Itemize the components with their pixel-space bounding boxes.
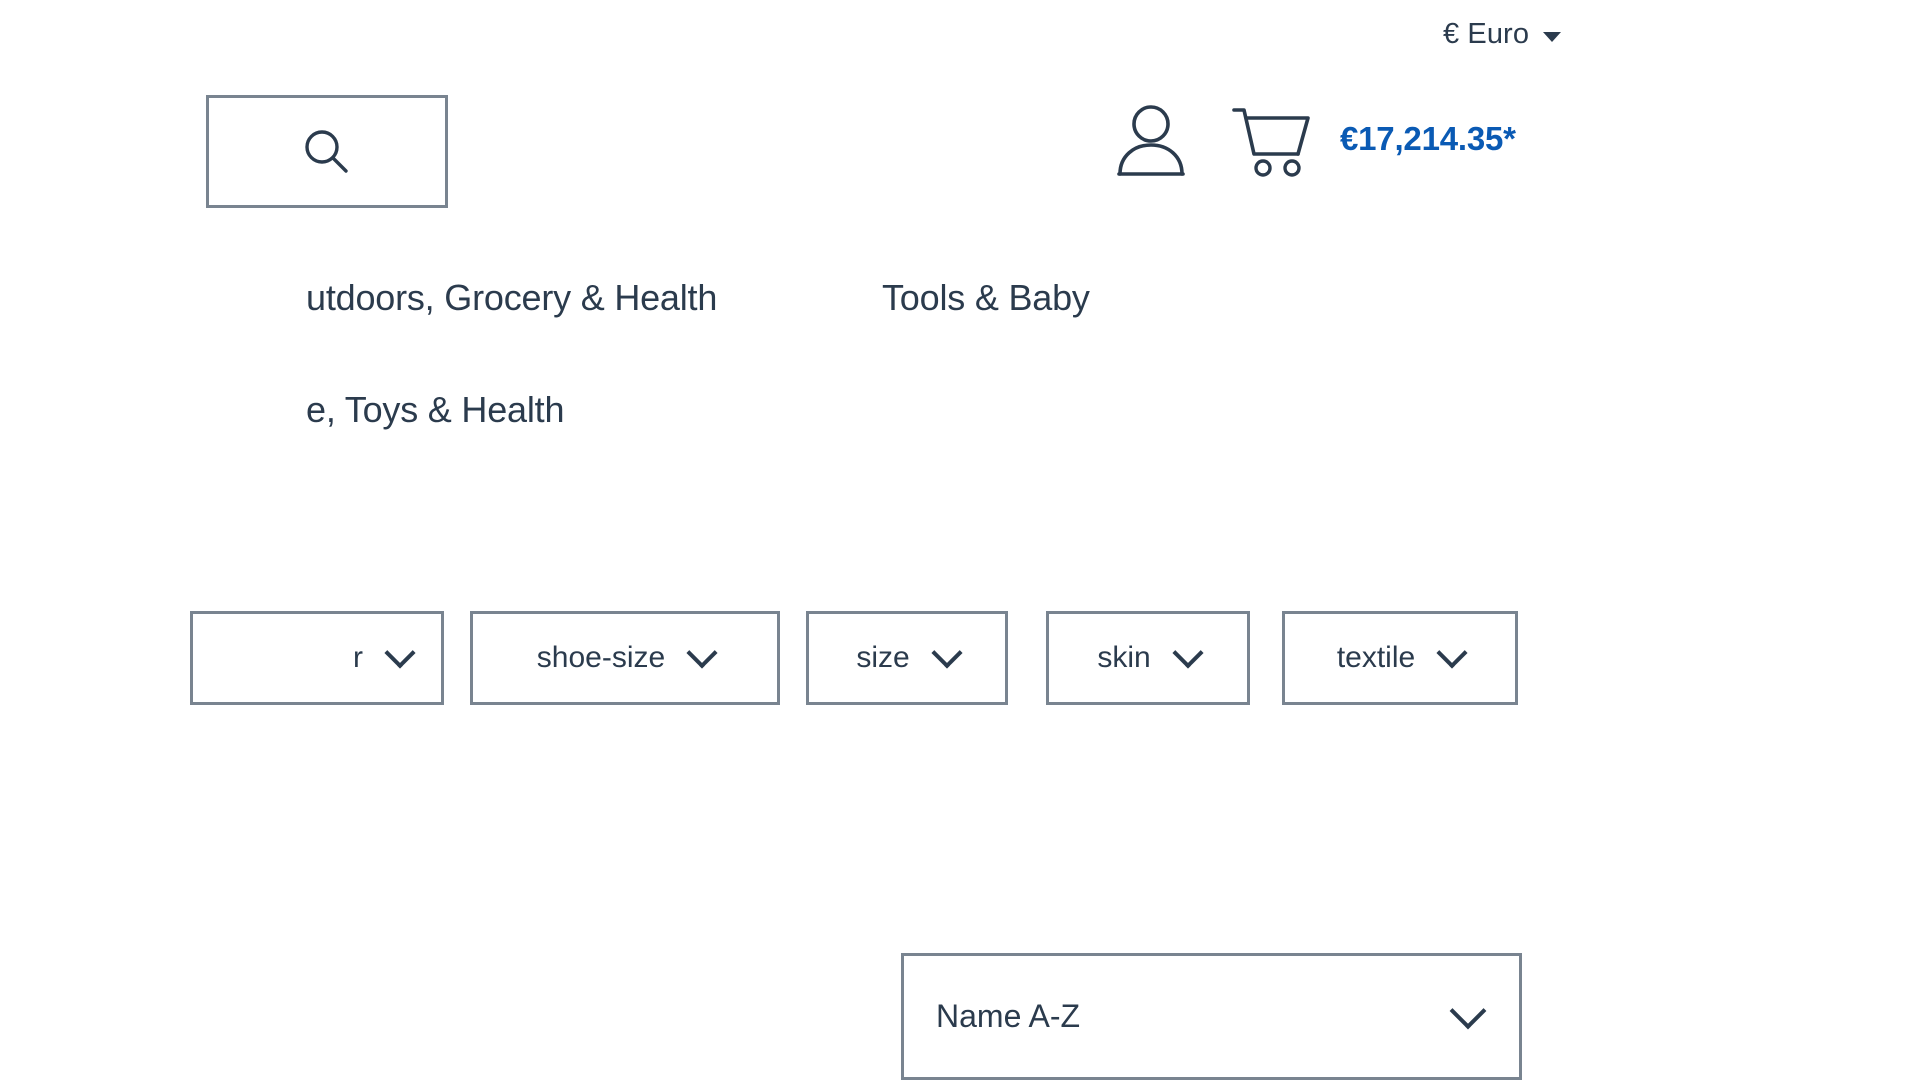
sorting-select[interactable]: Name A-Z: [901, 953, 1522, 1080]
sorting-selected-value: Name A-Z: [936, 998, 1081, 1034]
filter-dropdown-textile[interactable]: textile: [1282, 611, 1518, 705]
account-button[interactable]: [1112, 98, 1190, 176]
chevron-down-icon: [384, 637, 416, 669]
filter-label: skin: [1097, 641, 1151, 674]
user-icon: [1112, 105, 1190, 180]
currency-label: € Euro: [1443, 18, 1530, 50]
filter-dropdown-size[interactable]: size: [806, 611, 1008, 705]
filter-label: shoe-size: [536, 641, 666, 674]
filter-dropdown-skin[interactable]: skin: [1046, 611, 1250, 705]
filter-label: size: [856, 641, 910, 674]
currency-switcher[interactable]: € Euro: [1443, 18, 1562, 51]
filter-dropdown-color[interactable]: r: [190, 611, 444, 705]
search-button[interactable]: [206, 95, 448, 208]
main-navigation-row-2: e, Toys & Health: [0, 384, 1920, 436]
chevron-down-icon: [1449, 992, 1487, 1029]
chevron-down-icon: [686, 637, 718, 669]
storefront-page: € Euro €17,214.35* utdoors, Grocery & He…: [0, 0, 1920, 1080]
filter-bar: r shoe-size size skin textile: [0, 611, 1920, 709]
chevron-down-icon: [1543, 31, 1562, 42]
cart-total-amount[interactable]: €17,214.35*: [1340, 120, 1516, 158]
nav-item-tools-baby[interactable]: Tools & Baby: [882, 272, 1090, 324]
chevron-down-icon: [931, 637, 963, 669]
filter-dropdown-shoe-size[interactable]: shoe-size: [470, 611, 780, 705]
nav-item-outdoors-grocery-health[interactable]: utdoors, Grocery & Health: [306, 272, 717, 324]
main-navigation-row-1: utdoors, Grocery & Health Tools & Baby: [0, 272, 1920, 324]
chevron-down-icon: [1436, 637, 1468, 669]
search-icon: [300, 125, 354, 179]
filter-label: textile: [1336, 641, 1416, 674]
nav-item-toys-health[interactable]: e, Toys & Health: [306, 384, 564, 436]
cart-button[interactable]: [1232, 104, 1314, 178]
chevron-down-icon: [1172, 637, 1204, 669]
filter-label: r: [353, 641, 363, 674]
shopping-cart-icon: [1232, 108, 1314, 182]
